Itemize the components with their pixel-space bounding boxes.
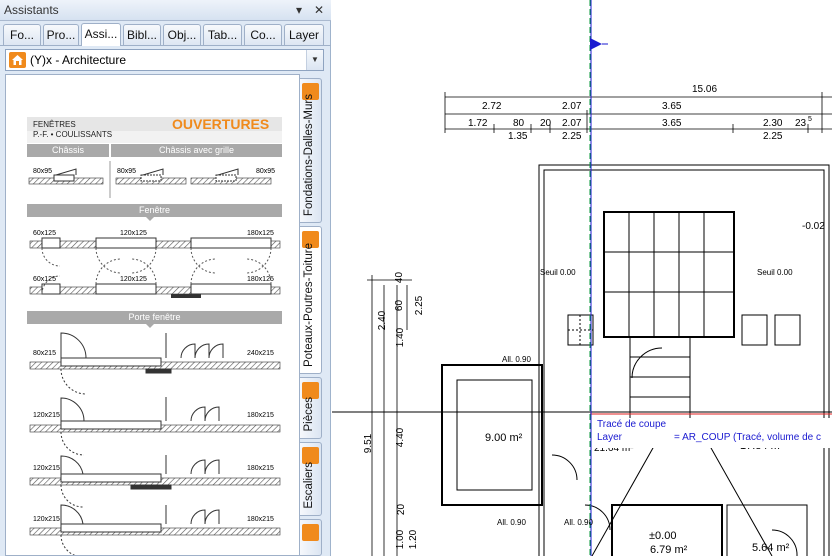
tab-obj[interactable]: Obj... (163, 24, 201, 45)
assistant-content: FENÊTRES P.-F. • COULISSANTS OUVERTURES … (5, 74, 300, 556)
dim-label: 180x125 (247, 276, 274, 283)
level-zero: ±0.00 (649, 530, 677, 542)
panel-titlebar: Assistants ▾ ✕ (0, 0, 331, 21)
level-mark: All. 0.90 (497, 518, 526, 527)
openings-icon (302, 524, 319, 541)
section-chassis: Châssis (51, 145, 84, 155)
dim-total: 15.06 (692, 84, 718, 95)
section-line-tooltip: Tracé de coupe Layer = AR_COUP (Tracé, v… (594, 418, 832, 448)
level-mark: Seuil 0.00 (757, 268, 793, 277)
dim-label: 1.35 (508, 131, 528, 142)
panel-tabs: Fo... Pro... Assi... Bibl... Obj... Tab.… (0, 23, 331, 46)
assistants-panel: Assistants ▾ ✕ Fo... Pro... Assi... Bibl… (0, 0, 331, 556)
dim-label: 120x215 (33, 465, 60, 472)
pin-icon[interactable]: ▾ (291, 2, 307, 18)
side-tab-label: Escaliers (303, 462, 315, 509)
cad-viewport[interactable]: 15.06 2.72 2.07 3.65 1.72 80 20 2.07 3.6… (332, 0, 832, 556)
dim-sup: 5 (808, 116, 812, 123)
dim-label: 2.07 (562, 118, 582, 129)
dim-label: 80x95 (256, 168, 276, 175)
dim-label: 2.25 (763, 131, 783, 142)
tooltip-layer-key: Layer (597, 432, 623, 443)
section-chassis-grille: Châssis avec grille (158, 145, 235, 155)
dim-label: 2.72 (482, 101, 502, 112)
dim-label: 2.40 (377, 310, 389, 331)
dim-label: 60x125 (33, 276, 56, 283)
side-tab-fondations[interactable]: Fondations-Dalles-Murs (300, 78, 322, 223)
side-tab-escaliers[interactable]: Escaliers (300, 442, 322, 516)
tab-pro[interactable]: Pro... (43, 24, 79, 45)
dim-label: 180x215 (247, 516, 274, 523)
dim-label: 80 (513, 118, 525, 129)
room-area: 6.79 m² (650, 544, 688, 556)
dim-label: 2.25 (562, 131, 582, 142)
dim-label: 20 (396, 503, 408, 516)
side-tabs: Fondations-Dalles-Murs Poteaux-Poutres-T… (300, 78, 324, 556)
side-tab-label: Fondations-Dalles-Murs (303, 93, 315, 216)
section-fenetre: Fenêtre (138, 205, 171, 215)
section-porte-fenetre: Porte fenêtre (128, 312, 181, 322)
side-tab-poteaux[interactable]: Poteaux-Poutres-Toiture (300, 226, 322, 374)
dim-label: 80x95 (33, 168, 53, 175)
catalog-brand: OUVERTURES (172, 116, 270, 132)
close-icon[interactable]: ✕ (311, 2, 327, 18)
dim-label: 23 (795, 118, 807, 129)
tab-co[interactable]: Co... (244, 24, 282, 45)
dim-label: 20 (540, 118, 552, 129)
dim-label: 2.07 (562, 101, 582, 112)
dim-label: 2.25 (414, 295, 426, 316)
dim-label: 60 (394, 299, 406, 312)
tab-bibl[interactable]: Bibl... (123, 24, 161, 45)
dim-label: 180x215 (247, 465, 274, 472)
dim-label: 4.40 (395, 427, 407, 448)
dim-label: 60x125 (33, 230, 56, 237)
home-icon (9, 52, 26, 68)
catalog-heading: FENÊTRES (33, 120, 76, 129)
tab-layer[interactable]: Layer (284, 24, 324, 45)
dropdown-value: (Y)x - Architecture (30, 53, 127, 67)
chevron-down-icon[interactable]: ▼ (306, 50, 323, 70)
tooltip-title: Tracé de coupe (597, 419, 667, 430)
dim-label: 1.40 (395, 327, 407, 348)
level-mark: -0.02 (802, 221, 825, 232)
tab-fo[interactable]: Fo... (3, 24, 41, 45)
dim-label: 40 (394, 271, 406, 284)
dim-label: 9.51 (363, 433, 375, 454)
level-mark: Seuil 0.00 (540, 268, 576, 277)
room-area: 9.00 m² (485, 432, 523, 444)
side-tab-ouvertures[interactable] (300, 519, 322, 556)
dim-label: 180x125 (247, 230, 274, 237)
level-mark: All. 0.90 (564, 518, 593, 527)
dim-label: 2.30 (763, 118, 783, 129)
dim-label: 80x95 (117, 168, 137, 175)
dim-label: 3.65 (662, 101, 682, 112)
dim-label: 3.65 (662, 118, 682, 129)
dim-label: 120x125 (120, 276, 147, 283)
side-tab-label: Poteaux-Poutres-Toiture (303, 242, 315, 367)
dim-label: 120x125 (120, 230, 147, 237)
dim-label: 1.72 (468, 118, 488, 129)
level-mark: All. 0.90 (502, 355, 531, 364)
dim-label: 120x215 (33, 412, 60, 419)
category-dropdown[interactable]: (Y)x - Architecture ▼ (5, 49, 324, 71)
tooltip-layer-value: = AR_COUP (Tracé, volume de c (674, 432, 822, 443)
side-tab-label: Pièces (303, 397, 315, 432)
room-area: 5.64 m² (752, 542, 790, 554)
dim-label: 240x215 (247, 350, 274, 357)
side-tab-pieces[interactable]: Pièces (300, 377, 322, 439)
dim-label: 80x215 (33, 350, 56, 357)
dim-label: 1.00 (395, 529, 407, 550)
catalog-subheading: P.-F. • COULISSANTS (33, 130, 113, 139)
tab-tab[interactable]: Tab... (203, 24, 242, 45)
dim-label: 1.20 (408, 529, 420, 550)
panel-title: Assistants (4, 3, 59, 17)
dim-label: 180x215 (247, 412, 274, 419)
dim-label: 120x215 (33, 516, 60, 523)
tab-assistants[interactable]: Assi... (81, 23, 121, 46)
